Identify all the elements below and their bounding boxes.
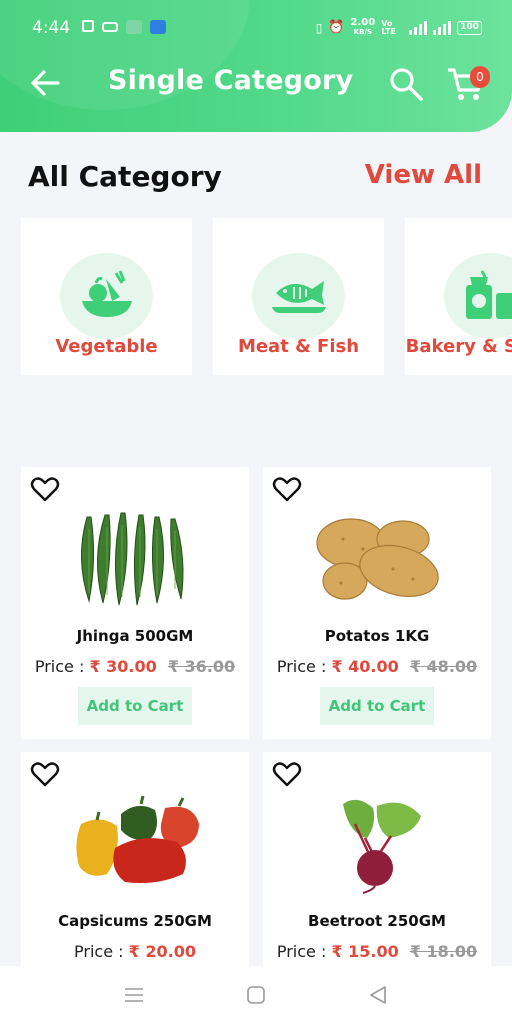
original-price: ₹ 18.00	[409, 942, 478, 961]
category-card-vegetable[interactable]: Vegetable	[21, 218, 192, 375]
wishlist-heart-icon[interactable]	[272, 760, 302, 788]
vegetable-icon	[82, 270, 132, 317]
add-to-cart-button[interactable]: Add to Cart	[320, 687, 434, 725]
product-price: Price : ₹ 40.00 ₹ 48.00	[263, 657, 491, 676]
current-price: ₹ 40.00	[331, 657, 399, 676]
view-all-link[interactable]: View All	[365, 160, 482, 190]
product-name: Jhinga 500GM	[76, 627, 194, 645]
net-speed-unit: KB/S	[353, 28, 373, 36]
product-card-potatos[interactable]: Potatos 1KG Price : ₹ 40.00 ₹ 48.00 Add …	[263, 467, 491, 739]
current-price: ₹ 20.00	[128, 942, 196, 961]
price-label: Price :	[74, 942, 124, 961]
volte-label: Vo LTE	[381, 18, 396, 36]
status-right: ▯ ⏰ 2.00 KB/S Vo LTE 100	[316, 18, 482, 37]
price-label: Price :	[276, 657, 327, 676]
bakery-icon	[466, 270, 512, 319]
laptop-icon	[102, 22, 118, 32]
signal-icon-2	[433, 20, 452, 35]
category-card-meat-fish[interactable]: Meat & Fish	[213, 218, 384, 375]
category-icon-circle	[444, 253, 512, 339]
category-label: Vegetable	[55, 336, 158, 357]
back-arrow-icon[interactable]	[28, 66, 62, 100]
current-price: ₹ 15.00	[331, 942, 399, 961]
search-icon[interactable]	[388, 66, 424, 102]
home-icon[interactable]	[244, 984, 268, 1006]
wishlist-heart-icon[interactable]	[272, 475, 302, 503]
category-icon-circle	[60, 253, 153, 339]
vibrate-icon: ▯	[315, 20, 323, 35]
current-price: ₹ 30.00	[89, 657, 157, 676]
product-price: Price : ₹ 15.00 ₹ 18.00	[263, 942, 491, 961]
signal-icon	[409, 20, 428, 35]
original-price: ₹ 48.00	[409, 657, 478, 676]
app-header: 4:44 ▯ ⏰ 2.00 KB/S Vo LTE 100 Single Cat…	[0, 0, 512, 132]
product-card-beetroot[interactable]: Beetroot 250GM Price : ₹ 15.00 ₹ 18.00	[263, 752, 491, 966]
net-speed: 2.00 KB/S	[351, 18, 376, 37]
battery-icon: 100	[457, 20, 482, 35]
notification-icons	[82, 20, 166, 34]
fish-icon	[272, 281, 326, 313]
net-speed-value: 2.00	[350, 17, 376, 28]
product-image-jhinga	[81, 512, 184, 606]
product-name: Capsicums 250GM	[58, 912, 212, 930]
wishlist-heart-icon[interactable]	[30, 760, 60, 788]
status-bar: 4:44 ▯ ⏰ 2.00 KB/S Vo LTE 100	[0, 0, 512, 44]
section-title: All Category	[28, 160, 222, 193]
page-title: Single Category	[108, 65, 354, 96]
product-name: Beetroot 250GM	[308, 912, 446, 930]
category-icon-circle	[252, 253, 345, 339]
category-label: Bakery & Snacks	[405, 336, 512, 357]
product-card-capsicums[interactable]: Capsicums 250GM Price : ₹ 20.00	[21, 752, 249, 966]
alarm-icon: ⏰	[328, 20, 345, 35]
recent-apps-icon[interactable]	[122, 984, 146, 1006]
category-label: Meat & Fish	[237, 336, 360, 357]
price-label: Price :	[34, 657, 85, 676]
wishlist-heart-icon[interactable]	[30, 475, 60, 503]
category-carousel[interactable]: Vegetable Meat & Fish Bakery & Snacks	[0, 218, 512, 376]
product-name: Potatos 1KG	[324, 627, 430, 645]
product-image-potatos	[316, 518, 439, 600]
add-to-cart-button[interactable]: Add to Cart	[78, 687, 192, 725]
category-card-bakery[interactable]: Bakery & Snacks	[405, 218, 512, 375]
price-label: Price :	[276, 942, 327, 961]
product-card-jhinga[interactable]: Jhinga 500GM Price : ₹ 30.00 ₹ 36.00 Add…	[21, 467, 249, 739]
slack-icon	[82, 20, 94, 32]
cart-count-badge: 0	[470, 66, 490, 88]
product-price: Price : ₹ 20.00	[21, 942, 249, 961]
system-nav-bar	[0, 966, 512, 1024]
back-nav-icon[interactable]	[366, 984, 390, 1006]
product-image-capsicums	[76, 795, 199, 883]
usb-icon	[150, 20, 166, 34]
product-price: Price : ₹ 30.00 ₹ 36.00	[21, 657, 249, 676]
app-icon	[126, 20, 142, 34]
original-price: ₹ 36.00	[167, 657, 236, 676]
status-time: 4:44	[32, 18, 71, 38]
product-image-beetroot	[343, 799, 421, 894]
